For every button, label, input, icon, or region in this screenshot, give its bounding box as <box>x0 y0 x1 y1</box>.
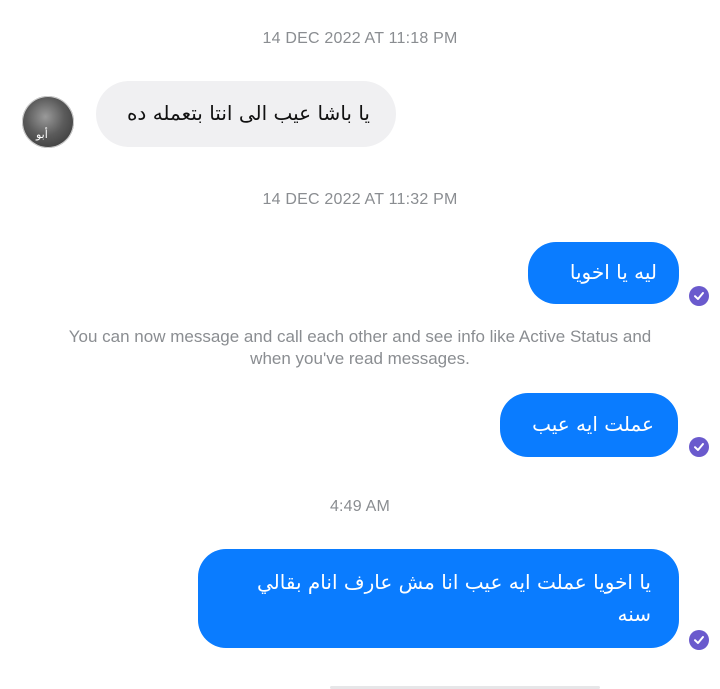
timestamp-3: 4:49 AM <box>329 498 391 515</box>
seen-check-icon <box>689 437 709 457</box>
outgoing-message-2[interactable]: عملت ايه عيب <box>500 393 678 457</box>
messaging-notice: You can now message and call each other … <box>68 327 652 368</box>
contact-avatar[interactable]: أبو <box>22 96 74 148</box>
outgoing-message-3[interactable]: يا اخويا عملت ايه عيب انا مش عارف انام ب… <box>198 549 679 648</box>
timestamp-2: 14 DEC 2022 AT 11:32 PM <box>262 191 458 208</box>
seen-check-icon <box>689 286 709 306</box>
avatar-label: أبو <box>36 128 48 141</box>
outgoing-message-1[interactable]: ليه يا اخويا <box>528 242 679 304</box>
incoming-message-1[interactable]: يا باشا عيب الى انتا بتعمله ده <box>96 81 396 147</box>
timestamp-1: 14 DEC 2022 AT 11:18 PM <box>262 30 458 47</box>
seen-check-icon <box>689 630 709 650</box>
